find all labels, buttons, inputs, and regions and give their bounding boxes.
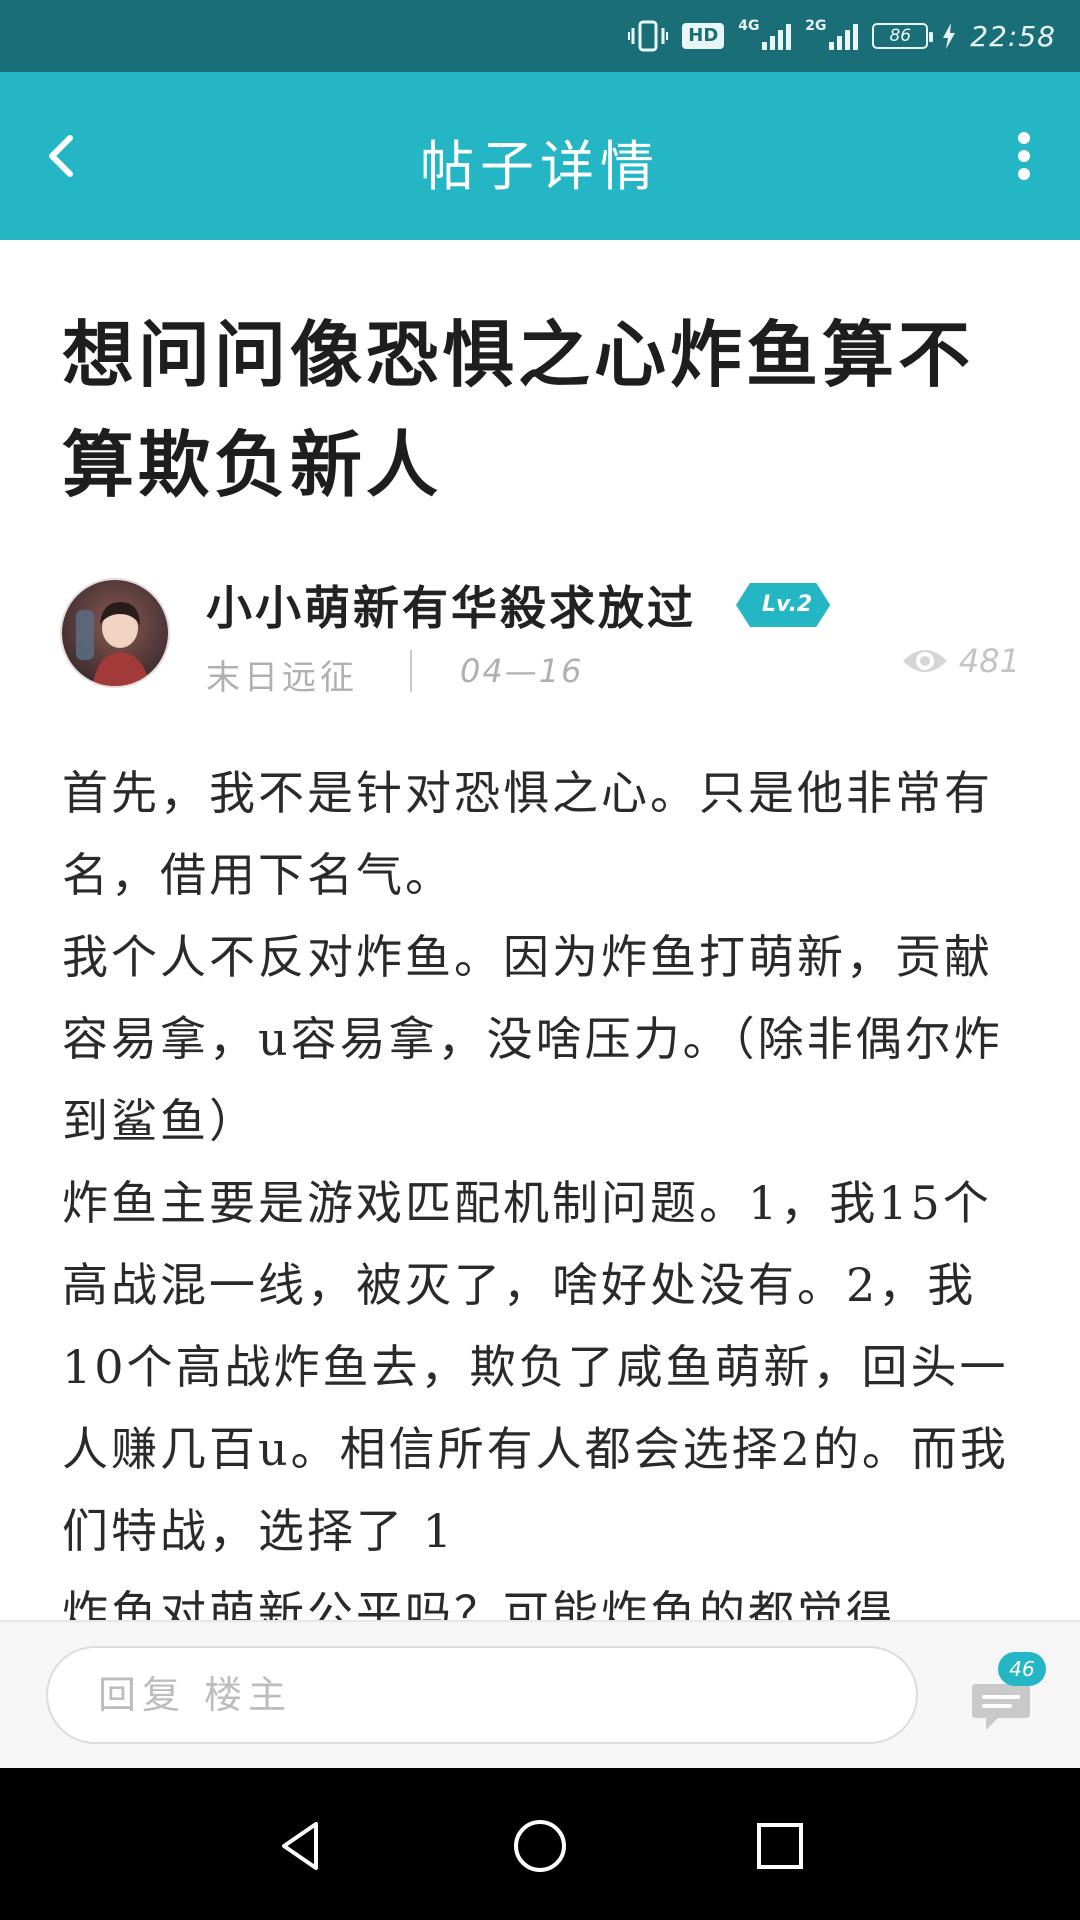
page-title: 帖子详情 <box>420 135 660 198</box>
app-header: 帖子详情 <box>0 72 1080 240</box>
status-bar: HD 4G 2G 86 22:58 <box>0 0 1080 72</box>
status-icons: HD 4G 2G 86 22:58 <box>628 14 1056 58</box>
square-recents-icon <box>757 1823 803 1869</box>
author-name[interactable]: 小小萌新有华殺求放过 <box>206 572 696 638</box>
level-badge: Lv.2 <box>736 583 830 627</box>
more-options-button[interactable] <box>1004 126 1044 186</box>
post-paragraph: 我个人不反对炸鱼。因为炸鱼打萌新，贡献容易拿，u容易拿，没啥压力。（除非偶尔炸到… <box>62 930 1003 1148</box>
signal-4g-icon: 4G <box>738 18 792 50</box>
nav-back-button[interactable] <box>272 1816 332 1876</box>
charging-icon <box>942 23 956 49</box>
more-dot-icon <box>1018 132 1030 144</box>
battery-icon: 86 <box>872 23 934 49</box>
post-date: 04—16 <box>460 652 584 690</box>
clock: 22:58 <box>970 19 1056 53</box>
view-count: 481 <box>901 642 1020 680</box>
post-paragraph: 首先，我不是针对恐惧之心。只是他非常有名，借用下名气。 <box>62 766 993 902</box>
post-category[interactable]: 末日远征 <box>206 650 358 699</box>
more-dot-icon <box>1018 150 1030 162</box>
reply-input[interactable]: 回复 楼主 <box>46 1646 918 1744</box>
nav-home-button[interactable] <box>510 1816 570 1876</box>
comment-count-badge: 46 <box>998 1652 1046 1686</box>
author-avatar[interactable] <box>60 578 170 688</box>
circle-home-icon <box>514 1820 566 1872</box>
avatar-image <box>62 580 168 686</box>
post-paragraph: 炸鱼对萌新公平吗？可能炸鱼的都觉得 <box>62 1586 895 1620</box>
system-nav-bar <box>0 1768 1080 1920</box>
meta-divider <box>410 650 412 692</box>
post-paragraph: 炸鱼主要是游戏匹配机制问题。1，我15个高战混一线，被灭了，啥好处没有。2，我1… <box>62 1176 1009 1558</box>
signal-2g-icon: 2G <box>805 18 859 50</box>
more-dot-icon <box>1018 168 1030 180</box>
vibrate-icon <box>628 19 669 53</box>
reply-bar: 回复 楼主 46 <box>0 1620 1080 1768</box>
nav-recents-button[interactable] <box>750 1816 810 1876</box>
triangle-back-icon <box>282 1822 318 1870</box>
hd-badge: HD <box>682 23 725 49</box>
view-count-value: 481 <box>958 642 1020 680</box>
post-body: 首先，我不是针对恐惧之心。只是他非常有名，借用下名气。 我个人不反对炸鱼。因为炸… <box>62 752 1032 1620</box>
eye-icon <box>902 650 947 672</box>
post-title: 想问问像恐惧之心炸鱼算不算欺负新人 <box>62 312 975 507</box>
